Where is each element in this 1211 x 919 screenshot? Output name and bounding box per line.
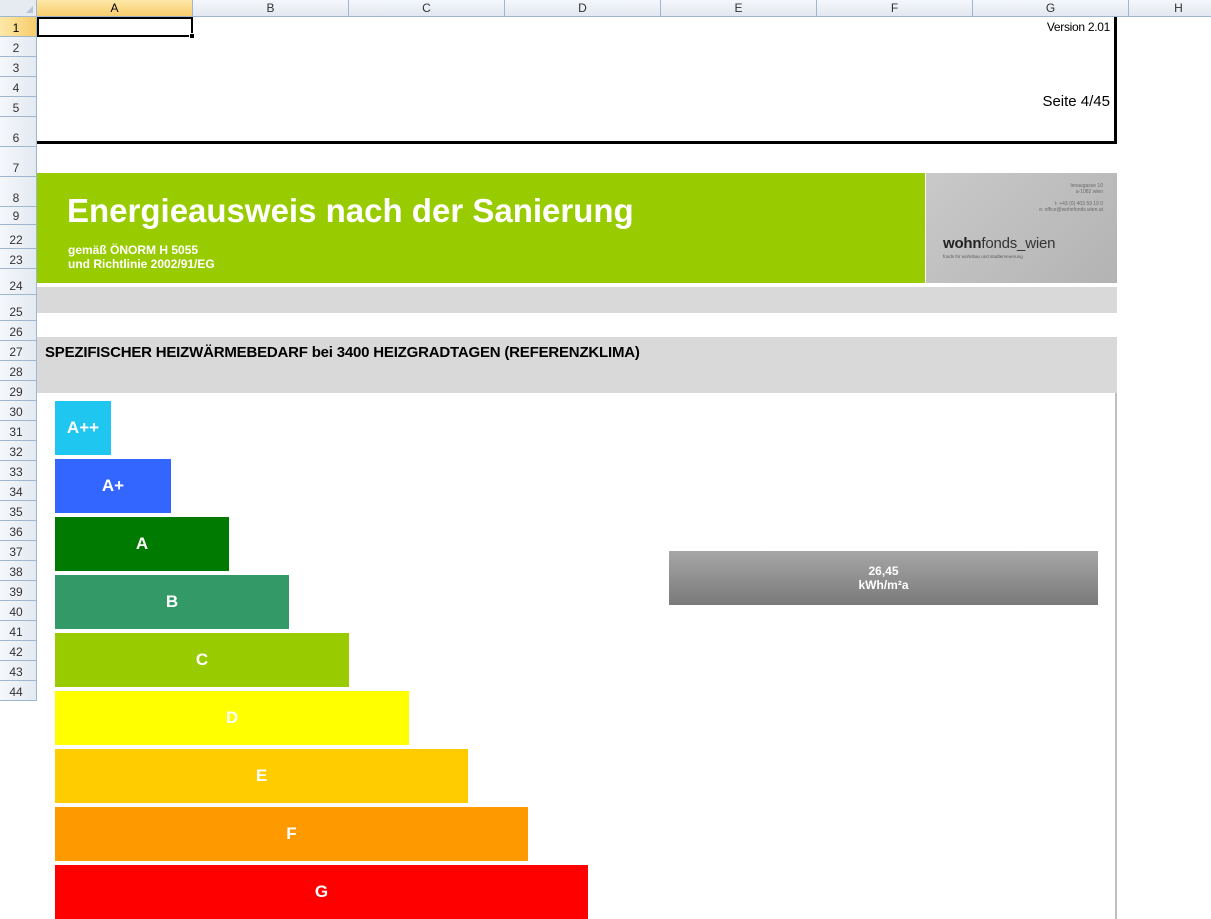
- separator-band: [37, 287, 1117, 313]
- column-header-d[interactable]: D: [505, 0, 661, 17]
- logo-address-line: a-1082 wien: [1075, 189, 1103, 195]
- result-unit: kWh/m²a: [858, 578, 909, 592]
- banner-subtitle-directive: und Richtlinie 2002/91/EG: [68, 257, 215, 271]
- row-header-37[interactable]: 37: [0, 541, 37, 561]
- energy-class-bar-a: A: [55, 517, 229, 571]
- energy-class-scale: A++ A+ A B C D E F G: [55, 401, 615, 919]
- spreadsheet-window: ABCDEFGH 1 2 3 4 5 6 7 8 9 22 23 24 25 26 27 28 29 30 31 32…: [0, 0, 1211, 919]
- logo-tagline: fonds für wohnbau und stadterneuerung: [943, 254, 1023, 259]
- column-header-f[interactable]: F: [817, 0, 973, 17]
- title-banner: Energieausweis nach der Sanierung gemäß …: [37, 173, 925, 283]
- version-label: Version 2.01: [1046, 20, 1110, 34]
- row-header-42[interactable]: 42: [0, 641, 37, 661]
- energy-class-label: E: [255, 766, 268, 785]
- row-header-1[interactable]: 1: [0, 17, 37, 37]
- energy-class-bar-aplusplus: A++: [55, 401, 111, 455]
- row-header-31[interactable]: 31: [0, 421, 37, 441]
- heating-demand-title: SPEZIFISCHER HEIZWÄRMEBEDARF bei 3400 HE…: [45, 344, 640, 361]
- row-header-38[interactable]: 38: [0, 561, 37, 581]
- energy-class-label: A+: [101, 476, 125, 495]
- row-header-9[interactable]: 9: [0, 207, 37, 225]
- worksheet-grid[interactable]: Version 2.01 Seite 4/45 Energieausweis n…: [37, 17, 1211, 919]
- row-header-43[interactable]: 43: [0, 661, 37, 681]
- active-cell-cursor[interactable]: [37, 17, 195, 39]
- row-header-41[interactable]: 41: [0, 621, 37, 641]
- row-header-44[interactable]: 44: [0, 681, 37, 701]
- row-header-39[interactable]: 39: [0, 581, 37, 601]
- column-header-e[interactable]: E: [661, 0, 817, 17]
- row-header-8[interactable]: 8: [0, 177, 37, 207]
- page-header-box: Version 2.01 Seite 4/45: [37, 17, 1117, 144]
- banner-subtitle: gemäß ÖNORM H 5055 und Richtlinie 2002/9…: [68, 243, 215, 271]
- energy-class-label: B: [165, 592, 179, 611]
- row-header-3[interactable]: 3: [0, 57, 37, 77]
- logo-address-line: e: office@wohnfonds.wien.at: [1039, 207, 1103, 213]
- row-header-30[interactable]: 30: [0, 401, 37, 421]
- row-header-23[interactable]: 23: [0, 249, 37, 269]
- row-header-26[interactable]: 26: [0, 321, 37, 341]
- row-header-22[interactable]: 22: [0, 225, 37, 249]
- column-headers: ABCDEFGH: [37, 0, 1211, 17]
- energy-class-bar-f: F: [55, 807, 528, 861]
- result-value: 26,45: [868, 564, 899, 578]
- logo-wordmark: wohnfonds_wien: [943, 235, 1055, 252]
- energy-class-bar-d: D: [55, 691, 409, 745]
- logo-address: lenaugasse 10 a-1082 wien t: +43 (0) 403…: [1039, 183, 1103, 213]
- heating-demand-panel: SPEZIFISCHER HEIZWÄRMEBEDARF bei 3400 HE…: [37, 337, 1117, 919]
- energy-class-label: F: [286, 824, 297, 843]
- row-header-34[interactable]: 34: [0, 481, 37, 501]
- energy-class-bar-g: G: [55, 865, 588, 919]
- banner-title: Energieausweis nach der Sanierung: [67, 192, 634, 229]
- column-header-a[interactable]: A: [37, 0, 193, 17]
- row-header-2[interactable]: 2: [0, 37, 37, 57]
- wohnfonds-logo: lenaugasse 10 a-1082 wien t: +43 (0) 403…: [925, 173, 1117, 283]
- column-header-b[interactable]: B: [193, 0, 349, 17]
- row-header-4[interactable]: 4: [0, 77, 37, 97]
- row-header-27[interactable]: 27: [0, 341, 37, 361]
- row-headers: 1 2 3 4 5 6 7 8 9 22 23 24 25 26 27 28 29 30 31 32 33 34 35 36 3…: [0, 17, 37, 919]
- row-header-25[interactable]: 25: [0, 295, 37, 321]
- energy-class-label: A++: [66, 418, 100, 437]
- page-number: Seite 4/45: [1042, 93, 1110, 110]
- row-header-35[interactable]: 35: [0, 501, 37, 521]
- energy-class-bar-aplus: A+: [55, 459, 171, 513]
- column-header-c[interactable]: C: [349, 0, 505, 17]
- row-header-33[interactable]: 33: [0, 461, 37, 481]
- row-header-36[interactable]: 36: [0, 521, 37, 541]
- logo-wordmark-rest: fonds_wien: [981, 235, 1056, 252]
- row-header-40[interactable]: 40: [0, 601, 37, 621]
- column-header-g[interactable]: G: [973, 0, 1129, 17]
- energy-class-label: D: [225, 708, 239, 727]
- row-header-6[interactable]: 6: [0, 117, 37, 147]
- heating-demand-header: SPEZIFISCHER HEIZWÄRMEBEDARF bei 3400 HE…: [37, 337, 1117, 393]
- energy-class-label: G: [314, 882, 329, 901]
- energy-class-label: C: [195, 650, 209, 669]
- row-header-32[interactable]: 32: [0, 441, 37, 461]
- energy-class-bar-c: C: [55, 633, 349, 687]
- energy-class-bar-b: B: [55, 575, 289, 629]
- row-header-24[interactable]: 24: [0, 269, 37, 295]
- energy-class-label: A: [135, 534, 149, 553]
- fill-handle[interactable]: [189, 33, 195, 39]
- select-all-triangle-icon: [26, 6, 33, 13]
- row-header-7[interactable]: 7: [0, 147, 37, 177]
- energy-class-bar-e: E: [55, 749, 468, 803]
- banner-subtitle-norm: gemäß ÖNORM H 5055: [68, 243, 199, 257]
- logo-wordmark-bold: wohn: [943, 235, 982, 252]
- heating-demand-result: 26,45 kWh/m²a: [669, 551, 1098, 605]
- row-header-28[interactable]: 28: [0, 361, 37, 381]
- row-header-29[interactable]: 29: [0, 381, 37, 401]
- select-all-corner[interactable]: [0, 0, 37, 17]
- column-header-h[interactable]: H: [1129, 0, 1211, 17]
- row-header-5[interactable]: 5: [0, 97, 37, 117]
